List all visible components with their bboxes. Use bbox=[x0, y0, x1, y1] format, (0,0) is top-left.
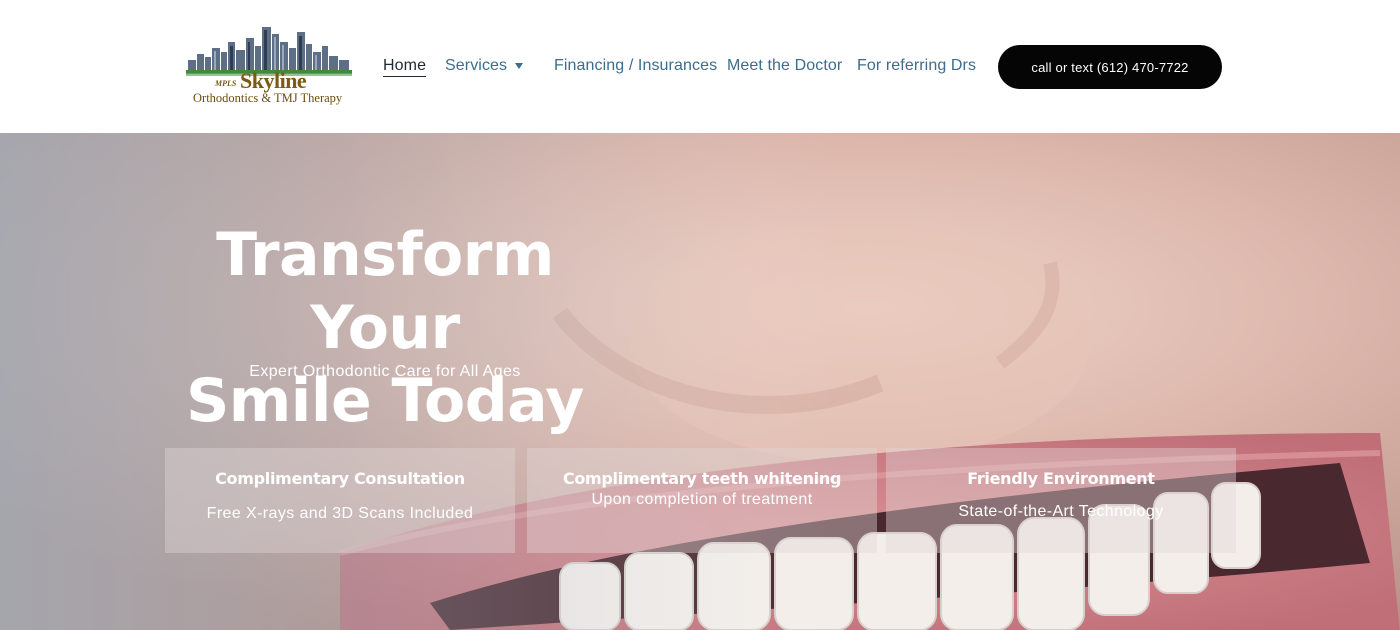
feature-card-environment: Friendly Environment State-of-the-Art Te… bbox=[886, 448, 1236, 553]
hero-title-line-1: Transform Your bbox=[216, 220, 554, 363]
hero-section: Transform Your Smile Today Expert Orthod… bbox=[0, 133, 1400, 630]
call-button[interactable]: call or text (612) 470-7722 bbox=[998, 45, 1222, 89]
nav-home[interactable]: Home bbox=[383, 57, 427, 77]
card-text: State-of-the-Art Technology bbox=[958, 503, 1164, 520]
nav-financing[interactable]: Financing / Insurances bbox=[554, 57, 717, 75]
nav-referring-drs[interactable]: For referring Drs bbox=[857, 57, 976, 75]
hero-subtitle: Expert Orthodontic Care for All Ages bbox=[249, 363, 521, 380]
card-text: Free X-rays and 3D Scans Included bbox=[206, 505, 474, 522]
card-title: Complimentary Consultation bbox=[215, 469, 465, 488]
feature-card-whitening: Complimentary teeth whitening Upon compl… bbox=[527, 448, 877, 553]
nav-meet-doctor[interactable]: Meet the Doctor bbox=[727, 57, 842, 75]
card-title: Complimentary teeth whitening bbox=[562, 469, 842, 488]
feature-card-consultation: Complimentary Consultation Free X-rays a… bbox=[165, 448, 515, 553]
hero-title: Transform Your Smile Today bbox=[150, 219, 620, 438]
card-title: Friendly Environment bbox=[967, 469, 1155, 488]
card-text: Upon completion of treatment bbox=[591, 491, 813, 508]
logo-tagline: Orthodontics & TMJ Therapy bbox=[193, 91, 343, 105]
chevron-down-icon[interactable] bbox=[515, 63, 523, 69]
logo-prefix: MPLS bbox=[215, 79, 237, 88]
nav-services[interactable]: Services bbox=[445, 57, 507, 75]
site-header: MPLS Skyline Orthodontics & TMJ Therapy … bbox=[0, 0, 1400, 133]
logo[interactable]: MPLS Skyline Orthodontics & TMJ Therapy bbox=[184, 24, 356, 110]
